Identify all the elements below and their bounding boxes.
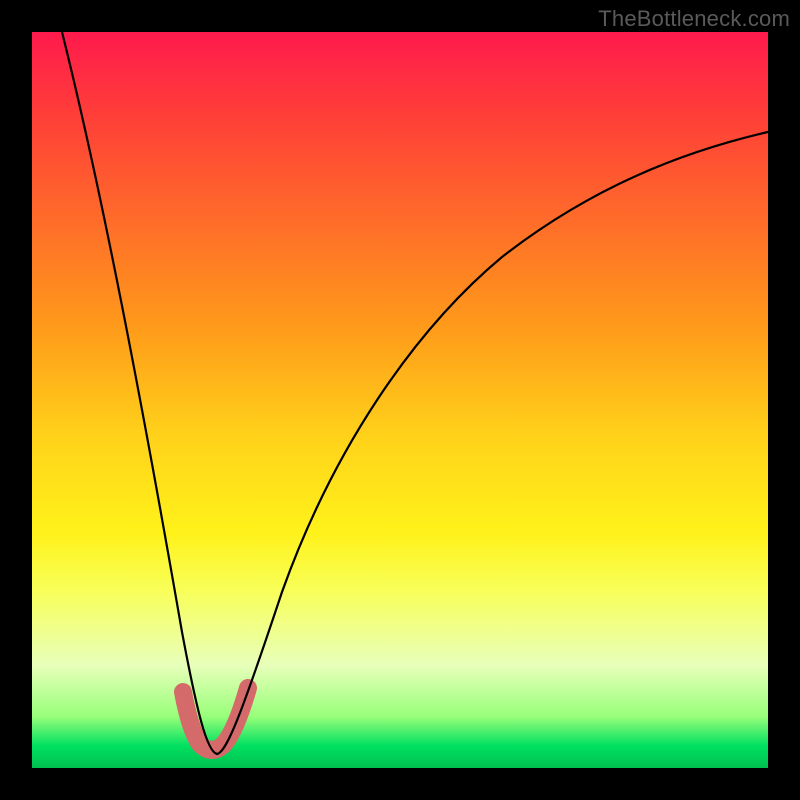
plot-area (32, 32, 768, 768)
watermark-text: TheBottleneck.com (598, 6, 790, 32)
curve-overlay (32, 32, 768, 768)
chart-stage: TheBottleneck.com (0, 0, 800, 800)
bottleneck-curve-path (62, 32, 768, 754)
